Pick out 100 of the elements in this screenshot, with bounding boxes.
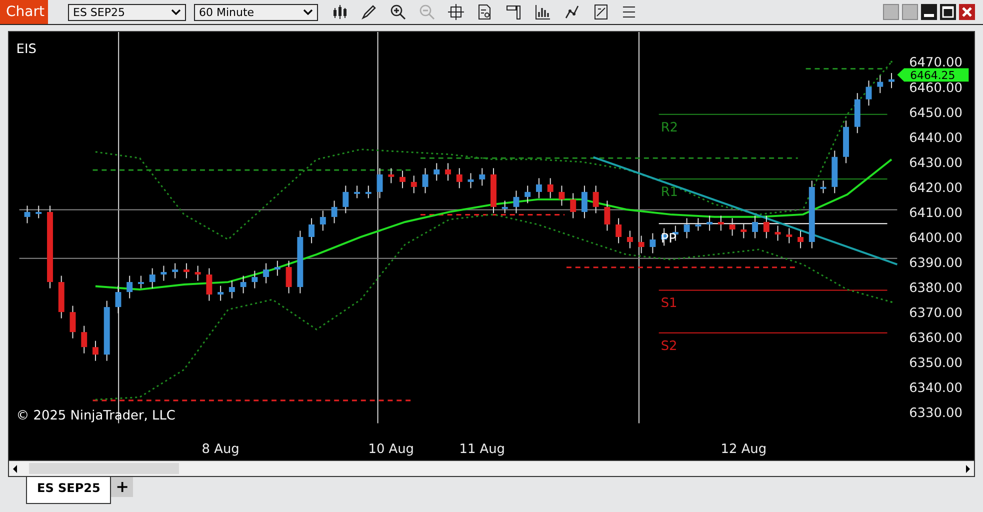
scrollbar-thumb[interactable] <box>29 463 179 474</box>
candlestick <box>263 262 270 284</box>
candlestick <box>252 270 258 289</box>
candlestick <box>877 75 884 94</box>
price-axis-label: 6370.00 <box>909 306 962 322</box>
candlestick <box>695 218 702 232</box>
line-chart-icon[interactable] <box>564 4 580 20</box>
candlestick <box>138 275 144 289</box>
price-axis-label: 6360.00 <box>909 331 962 346</box>
date-axis-label: 12 Aug <box>720 442 767 458</box>
candlestick <box>684 218 690 239</box>
candlestick <box>24 205 30 224</box>
candlestick <box>274 260 280 276</box>
chart-tab[interactable]: ES SEP25 <box>26 477 112 504</box>
candlestick <box>479 168 486 186</box>
candlestick <box>194 265 201 282</box>
price-axis-label: 6410.00 <box>909 206 962 221</box>
panel-icon[interactable] <box>506 4 522 20</box>
date-axis-label: 8 Aug <box>202 442 240 458</box>
candlestick <box>126 275 133 299</box>
date-axis-label: 11 Aug <box>459 442 505 458</box>
candlestick <box>616 218 622 244</box>
pivot-label: S1 <box>660 296 678 312</box>
candlestick <box>172 262 178 279</box>
candlestick <box>763 215 770 239</box>
price-axis-label: 6460.00 <box>909 80 962 96</box>
candlestick <box>513 190 520 214</box>
minimize-icon[interactable] <box>921 4 937 20</box>
candlestick <box>308 218 315 244</box>
candlestick <box>320 210 326 232</box>
menu-icon[interactable] <box>622 4 636 20</box>
date-axis-label: 10 Aug <box>368 442 414 458</box>
current-price-tag: 6464.25 <box>897 68 969 82</box>
maximize-icon[interactable] <box>940 4 956 20</box>
candlestick <box>729 218 736 236</box>
candlestick <box>354 185 360 199</box>
price-axis-label: 6450.00 <box>909 106 962 121</box>
document-icon[interactable] <box>593 4 609 20</box>
candlestick <box>774 225 781 242</box>
candlestick <box>706 215 713 232</box>
document-search-icon[interactable] <box>477 4 493 20</box>
interval-dropdown[interactable]: 60 Minute <box>194 4 318 20</box>
candlestick <box>331 200 338 224</box>
candlestick <box>240 275 246 294</box>
candlestick <box>365 185 372 199</box>
price-axis-label: 6390.00 <box>909 256 962 271</box>
candlestick <box>218 285 224 302</box>
crosshair-icon[interactable] <box>448 4 464 20</box>
candlestick <box>718 215 724 232</box>
candlestick <box>286 260 292 294</box>
candlestick-icon[interactable] <box>332 4 348 20</box>
candlestick <box>820 180 826 194</box>
pencil-icon[interactable] <box>361 4 377 20</box>
candlestick <box>570 192 576 219</box>
horizontal-scrollbar[interactable] <box>9 460 974 476</box>
candlestick <box>650 232 656 254</box>
price-axis-label: 6400.00 <box>909 230 962 246</box>
candlestick <box>798 230 804 249</box>
candlestick <box>502 200 508 214</box>
bar-chart-icon[interactable] <box>535 4 551 20</box>
price-axis-label: 6440.00 <box>909 130 962 146</box>
price-axis-label: 6340.00 <box>909 381 962 396</box>
candlestick <box>434 162 440 182</box>
candlestick <box>524 185 531 204</box>
add-tab-button[interactable]: + <box>111 477 134 497</box>
zoom-in-icon[interactable] <box>390 4 406 20</box>
pivot-label: R1 <box>660 184 678 200</box>
caret-icon <box>303 9 313 15</box>
candlestick <box>626 230 633 249</box>
pivot-label: R2 <box>660 120 678 136</box>
candlestick <box>866 80 872 106</box>
candlestick <box>740 222 747 239</box>
price-axis-label: 6430.00 <box>909 156 962 171</box>
candlestick <box>592 185 599 214</box>
candlestick <box>752 215 758 239</box>
candlestick <box>149 268 156 289</box>
candlestick <box>81 325 88 354</box>
instrument-dropdown[interactable]: ES SEP25 <box>68 4 186 20</box>
candlestick <box>183 262 190 279</box>
candlestick <box>422 168 428 194</box>
candlestick <box>888 72 894 89</box>
candlestick <box>70 305 76 339</box>
window-title: Chart <box>0 0 48 24</box>
close-icon[interactable] <box>959 4 975 20</box>
caret-icon <box>171 9 181 15</box>
candlestick <box>445 162 451 182</box>
candlestick <box>604 200 610 232</box>
candlestick <box>376 168 383 199</box>
candlestick <box>468 172 474 189</box>
candlestick <box>388 168 394 184</box>
price-axis-label: 6330.00 <box>909 406 962 422</box>
price-axis-label: 6470.00 <box>909 56 962 71</box>
candlestick <box>92 340 98 362</box>
candlestick <box>456 168 462 189</box>
price-axis-label: 6380.00 <box>909 281 962 296</box>
pivot-label: S2 <box>660 338 678 354</box>
candlestick <box>206 268 212 302</box>
candlestick <box>410 175 417 194</box>
candlestick <box>160 265 167 282</box>
candlestick <box>400 170 406 189</box>
